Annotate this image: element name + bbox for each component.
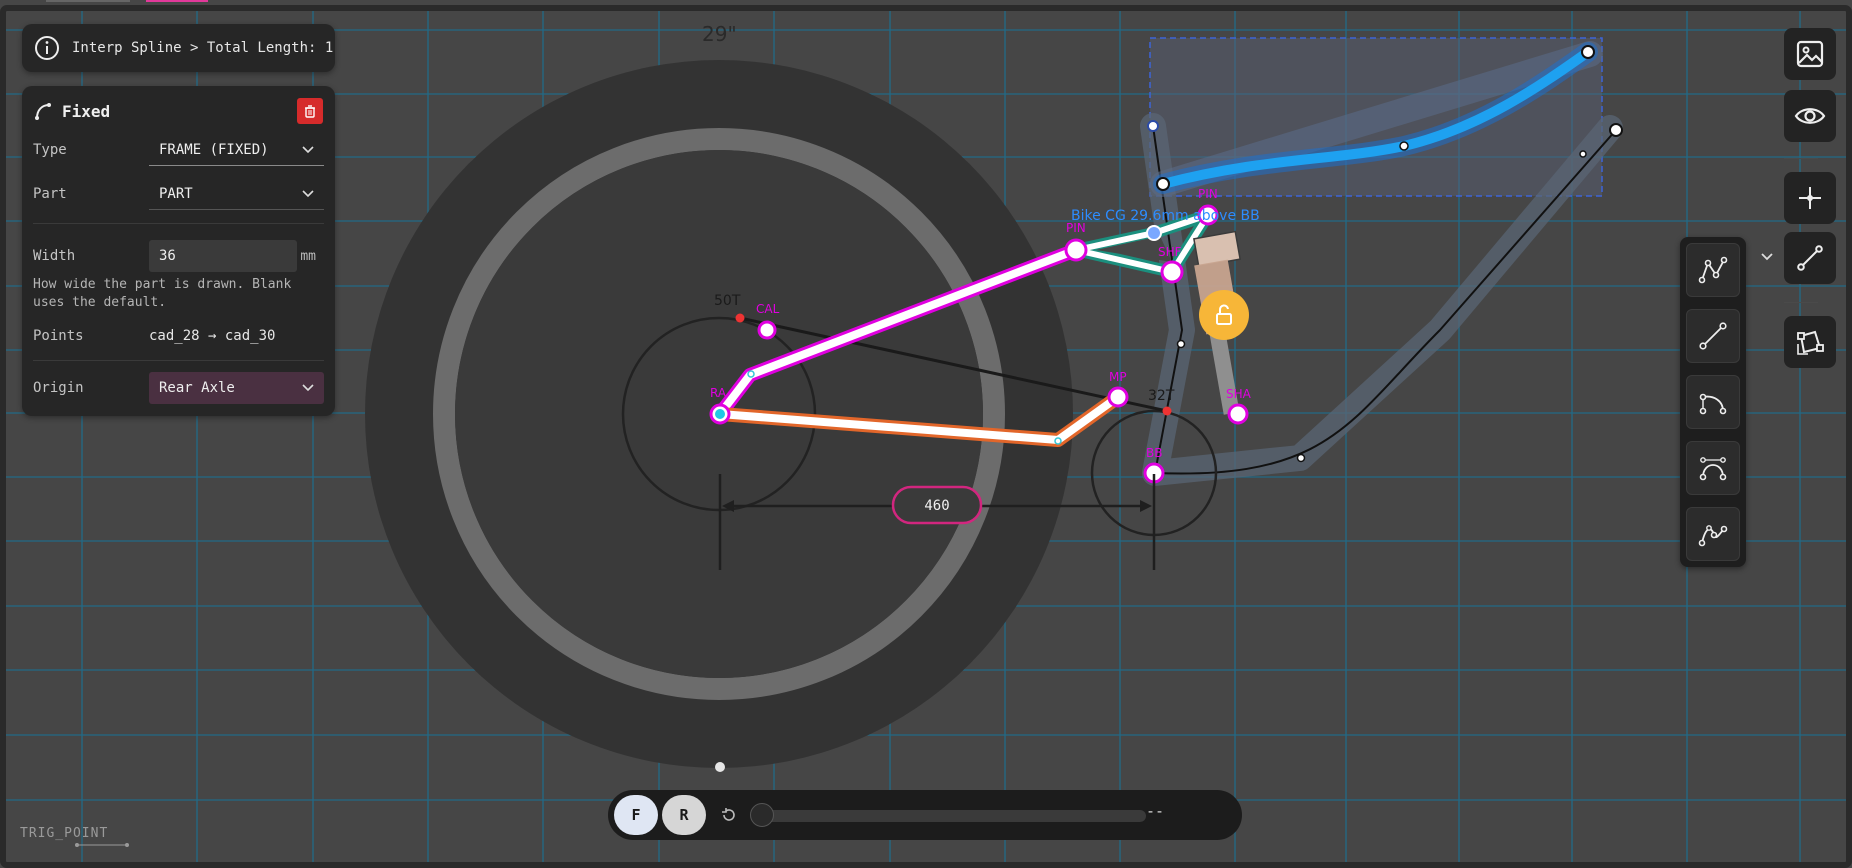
label-wheel-size: 29" (702, 22, 737, 46)
reset-icon[interactable] (720, 806, 738, 824)
joint-mp[interactable] (1107, 386, 1129, 408)
tool-polyline[interactable] (1686, 243, 1740, 297)
line-icon (1699, 322, 1727, 350)
chevron-down-icon (302, 145, 314, 153)
crosshair-icon (1799, 187, 1821, 209)
label-cg: Bike CG 29.6mm above BB (1071, 208, 1260, 224)
joint-shf[interactable] (1160, 260, 1184, 284)
tool-line[interactable] (1686, 309, 1740, 363)
tool-bezier[interactable] (1686, 441, 1740, 495)
spline-icon (1698, 525, 1728, 547)
dimension-value: 460 (924, 498, 949, 514)
width-input[interactable]: 36 (149, 240, 297, 272)
tool-arc[interactable] (1686, 375, 1740, 429)
part-select[interactable]: PART (149, 178, 324, 210)
type-select[interactable]: FRAME (FIXED) (149, 134, 324, 166)
part-value: PART (159, 185, 193, 202)
width-label: Width (33, 248, 76, 264)
eye-icon (1794, 108, 1826, 124)
add-point-button[interactable] (1784, 172, 1836, 224)
logo-text: TRIG_POINT (20, 826, 109, 841)
info-text: Interp Spline > Total Length: 1 (72, 40, 334, 56)
trash-icon (305, 104, 315, 118)
front-button[interactable]: F (614, 795, 658, 835)
points-value: cad_28 → cad_30 (149, 328, 276, 344)
origin-select[interactable]: Rear Axle (149, 372, 324, 404)
wheel-bottom-handle[interactable] (715, 762, 725, 772)
logo-line-icon (75, 843, 129, 847)
line-tool-button[interactable] (1784, 232, 1836, 284)
image-icon (1796, 40, 1824, 68)
part-label: Part (33, 186, 67, 202)
tool-palette (1680, 237, 1746, 567)
rear-button[interactable]: R (662, 795, 706, 835)
transform-button[interactable] (1784, 316, 1836, 368)
origin-row: Origin Rear Axle (33, 370, 324, 406)
bike-cg[interactable] (1146, 225, 1162, 241)
panel-title: Fixed (62, 101, 111, 121)
chevron-down-icon (302, 189, 314, 197)
joint-pin[interactable] (1064, 238, 1088, 262)
label-shf: SHF (1158, 245, 1182, 259)
chevron-down-icon[interactable] (1760, 252, 1774, 262)
info-icon (35, 36, 59, 60)
width-row: Width 36 mm (33, 238, 324, 274)
joint-cal[interactable] (757, 320, 777, 340)
label-ra: RA (710, 386, 727, 400)
properties-panel: Fixed Type FRAME (FIXED) Part PART Width… (22, 86, 335, 416)
width-unit: mm (300, 248, 316, 264)
slider-handle[interactable] (750, 803, 774, 827)
bezier-icon (1699, 457, 1727, 481)
app-stage: 460 CAL RA PIN SHF PIN MP BB SHA Bike CG… (0, 0, 1852, 868)
label-bb: BB (1146, 446, 1162, 460)
type-label: Type (33, 142, 67, 158)
transform-icon (1797, 330, 1824, 355)
line-icon (1797, 245, 1823, 271)
label-mp: MP (1109, 370, 1127, 384)
joint-sha[interactable] (1227, 403, 1249, 425)
label-32t: 32T (1148, 388, 1175, 404)
panel-header: Fixed (34, 98, 323, 124)
toolbar-divider (1784, 158, 1818, 159)
travel-readout: -- (1146, 802, 1165, 820)
origin-label: Origin (33, 380, 84, 396)
image-button[interactable] (1784, 28, 1836, 80)
curve-icon (35, 103, 51, 120)
divider (33, 223, 324, 224)
divider (33, 360, 324, 361)
polyline-icon (1698, 256, 1728, 284)
app-logo: TRIG_POINT (20, 826, 129, 847)
part-row: Part PART (33, 176, 324, 212)
points-row: Points cad_28 → cad_30 (33, 318, 324, 354)
type-value: FRAME (FIXED) (159, 141, 269, 158)
label-sha: SHA (1226, 387, 1252, 401)
arc-icon (1699, 393, 1727, 415)
origin-value: Rear Axle (159, 380, 235, 396)
type-row: Type FRAME (FIXED) (33, 132, 324, 168)
chevron-down-icon (302, 384, 314, 392)
label-cal: CAL (756, 302, 780, 316)
toolbar-divider (1784, 302, 1818, 303)
points-label: Points (33, 328, 84, 344)
info-bar: Interp Spline > Total Length: 1 (22, 24, 335, 72)
label-pin2: PIN (1198, 187, 1218, 201)
delete-button[interactable] (297, 98, 323, 124)
visibility-button[interactable] (1784, 90, 1836, 142)
width-hint: How wide the part is drawn. Blank uses t… (33, 277, 292, 310)
width-value: 36 (159, 248, 176, 264)
label-50t: 50T (714, 293, 741, 309)
tool-spline[interactable] (1686, 507, 1740, 561)
playback-bar: F R -- (608, 790, 1242, 840)
travel-slider[interactable] (760, 810, 1146, 822)
